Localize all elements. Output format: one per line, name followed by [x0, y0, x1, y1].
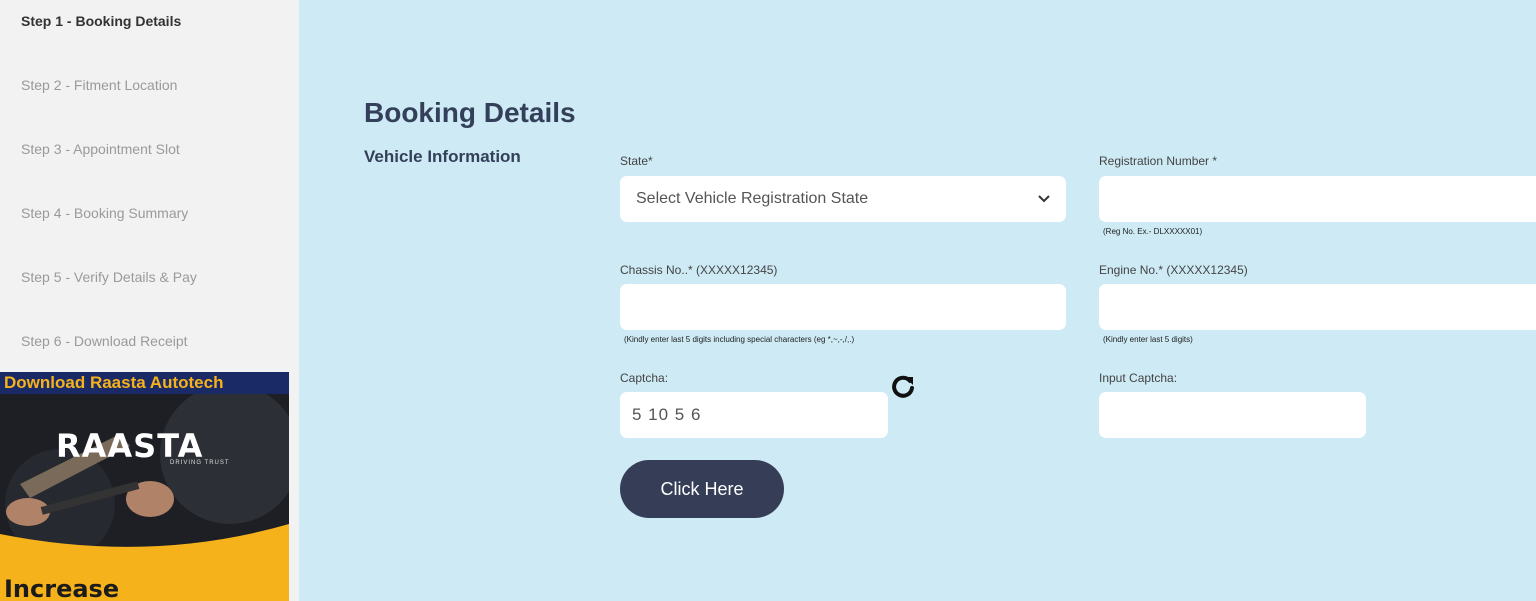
step-3-appointment-slot[interactable]: Step 3 - Appointment Slot [21, 141, 180, 157]
promo-banner[interactable]: Download Raasta Autotech RAASTA DRIVING … [0, 372, 289, 601]
registration-number-hint: (Reg No. Ex.- DLXXXXX01) [1103, 227, 1203, 236]
input-captcha-label: Input Captcha: [1099, 371, 1178, 385]
click-here-button[interactable]: Click Here [620, 460, 784, 518]
step-1-booking-details[interactable]: Step 1 - Booking Details [21, 13, 181, 29]
chassis-number-input[interactable] [620, 284, 1066, 330]
state-select-value: Select Vehicle Registration State [636, 190, 869, 207]
step-5-verify-details-pay[interactable]: Step 5 - Verify Details & Pay [21, 269, 197, 285]
chassis-number-label: Chassis No..* (XXXXX12345) [620, 263, 778, 277]
step-4-booking-summary[interactable]: Step 4 - Booking Summary [21, 205, 188, 221]
captcha-display: 5 10 5 6 [620, 392, 888, 438]
section-title-vehicle-information: Vehicle Information [364, 147, 521, 166]
refresh-captcha-icon[interactable] [890, 373, 916, 399]
promo-headline: Download Raasta Autotech [0, 372, 289, 394]
step-6-download-receipt[interactable]: Step 6 - Download Receipt [21, 333, 188, 349]
state-select[interactable]: Select Vehicle Registration State [620, 176, 1066, 222]
sidebar: Step 1 - Booking Details Step 2 - Fitmen… [0, 0, 299, 601]
page-title: Booking Details [364, 97, 576, 128]
engine-number-hint: (Kindly enter last 5 digits) [1103, 335, 1193, 344]
input-captcha-field[interactable] [1099, 392, 1366, 438]
step-2-fitment-location[interactable]: Step 2 - Fitment Location [21, 77, 177, 93]
captcha-value: 5 10 5 6 [632, 405, 702, 424]
state-label: State* [620, 154, 653, 168]
registration-number-input[interactable] [1099, 176, 1536, 222]
promo-bottom-text: Increase [4, 575, 120, 601]
engine-number-input[interactable] [1099, 284, 1536, 330]
chevron-down-icon [1038, 190, 1050, 208]
captcha-label: Captcha: [620, 371, 669, 385]
promo-image [0, 394, 289, 601]
promo-tagline: DRIVING TRUST [170, 460, 230, 466]
registration-number-label: Registration Number * [1099, 154, 1218, 168]
engine-number-label: Engine No.* (XXXXX12345) [1099, 263, 1248, 277]
chassis-number-hint: (Kindly enter last 5 digits including sp… [624, 335, 855, 344]
